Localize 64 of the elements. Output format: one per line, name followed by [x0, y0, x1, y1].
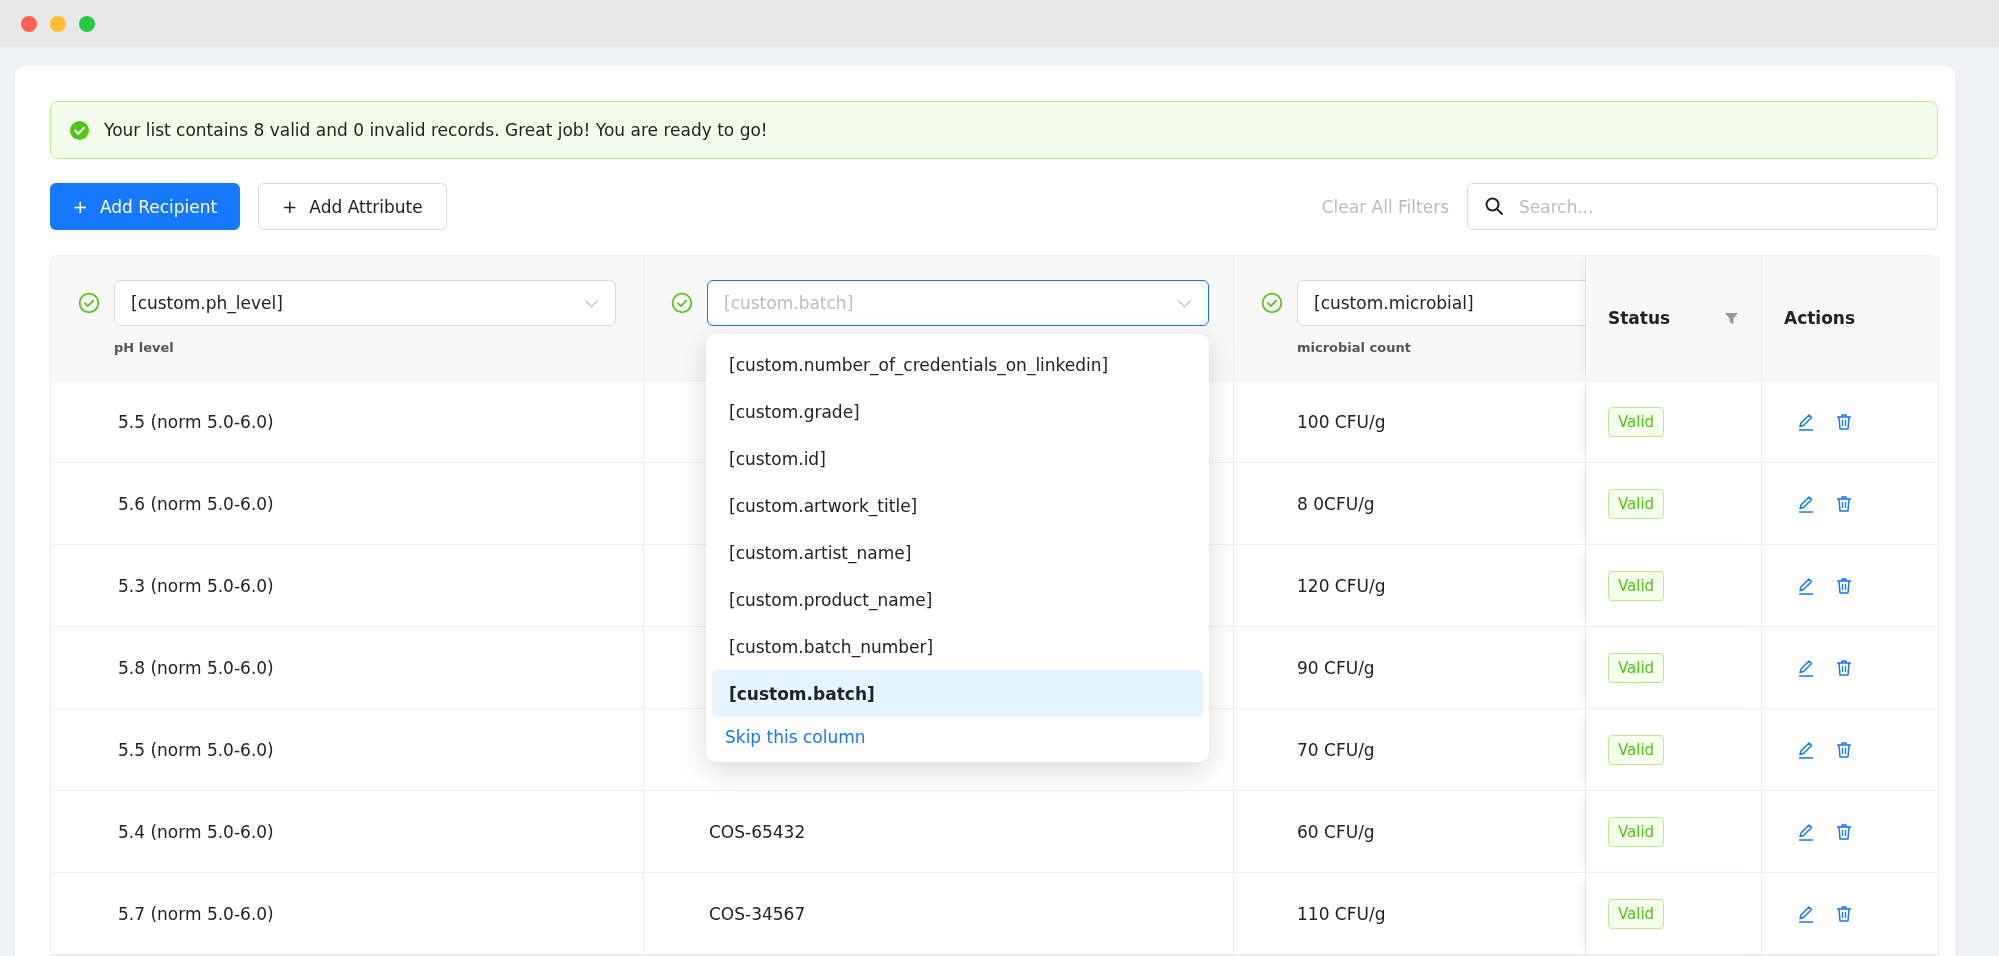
- status-badge: Valid: [1608, 406, 1665, 437]
- column-select[interactable]: [custom.ph_level]: [114, 280, 616, 326]
- check-circle-icon: [78, 292, 100, 314]
- search-field[interactable]: Search...: [1467, 183, 1938, 230]
- add-recipient-button[interactable]: + Add Recipient: [50, 183, 240, 230]
- trash-icon[interactable]: [1834, 657, 1854, 678]
- edit-icon[interactable]: [1796, 411, 1816, 432]
- trash-icon[interactable]: [1834, 411, 1854, 432]
- table-cell: 5.6 (norm 5.0-6.0): [118, 493, 274, 514]
- table-cell: 60 CFU/g: [1297, 821, 1375, 842]
- check-circle-icon: [1261, 292, 1283, 314]
- column-header: Actions: [1784, 308, 1856, 328]
- dropdown-option[interactable]: [custom.batch]: [712, 670, 1203, 717]
- column-header: Status: [1608, 308, 1671, 328]
- table-cell: 120 CFU/g: [1297, 575, 1386, 596]
- edit-icon[interactable]: [1796, 493, 1816, 514]
- status-badge: Valid: [1608, 652, 1665, 683]
- dropdown-option[interactable]: [custom.artist_name]: [712, 529, 1203, 576]
- edit-icon[interactable]: [1796, 739, 1816, 760]
- alert-message: Your list contains 8 valid and 0 invalid records. Great job! You are ready to go!: [104, 120, 768, 140]
- status-badge: Valid: [1608, 734, 1665, 765]
- chevron-down-icon: [1177, 298, 1192, 308]
- trash-icon[interactable]: [1834, 903, 1854, 924]
- status-badge: Valid: [1608, 570, 1665, 601]
- column-select[interactable]: [custom.microbial]: [1297, 280, 1585, 326]
- trash-icon[interactable]: [1834, 575, 1854, 596]
- skip-column-link[interactable]: Skip this column: [725, 717, 866, 757]
- trash-icon[interactable]: [1834, 821, 1854, 842]
- table-cell: COS-65432: [709, 821, 806, 842]
- table-cell: 100 CFU/g: [1297, 411, 1386, 432]
- table-cell: 5.8 (norm 5.0-6.0): [118, 657, 274, 678]
- status-badge: Valid: [1608, 898, 1665, 929]
- edit-icon[interactable]: [1796, 821, 1816, 842]
- table-cell: 5.5 (norm 5.0-6.0): [118, 739, 274, 760]
- table-cell: 5.3 (norm 5.0-6.0): [118, 575, 274, 596]
- table-cell: 8 0CFU/g: [1297, 493, 1375, 514]
- trash-icon[interactable]: [1834, 493, 1854, 514]
- dropdown-option[interactable]: [custom.artwork_title]: [712, 482, 1203, 529]
- add-attribute-button[interactable]: + Add Attribute: [258, 183, 447, 230]
- check-circle-icon: [671, 292, 693, 314]
- dropdown-option[interactable]: [custom.batch_number]: [712, 623, 1203, 670]
- edit-icon[interactable]: [1796, 575, 1816, 596]
- status-badge: Valid: [1608, 816, 1665, 847]
- filter-icon[interactable]: [1724, 310, 1739, 326]
- table-cell: 5.4 (norm 5.0-6.0): [118, 821, 274, 842]
- dropdown-option[interactable]: [custom.product_name]: [712, 576, 1203, 623]
- edit-icon[interactable]: [1796, 903, 1816, 924]
- dropdown-option[interactable]: [custom.grade]: [712, 388, 1203, 435]
- check-circle-icon: [69, 119, 90, 141]
- table-cell: 5.7 (norm 5.0-6.0): [118, 903, 274, 924]
- chevron-down-icon: [584, 298, 599, 308]
- table-cell: 5.5 (norm 5.0-6.0): [118, 411, 274, 432]
- column-label: microbial count: [1297, 340, 1412, 355]
- column-label: pH level: [114, 340, 175, 355]
- close-window-button[interactable]: [21, 15, 37, 32]
- edit-icon[interactable]: [1796, 657, 1816, 678]
- dropdown-option[interactable]: [custom.number_of_credentials_on_linkedin]: [712, 341, 1203, 388]
- table-cell: 110 CFU/g: [1297, 903, 1386, 924]
- dropdown-option[interactable]: [custom.id]: [712, 435, 1203, 482]
- status-badge: Valid: [1608, 488, 1665, 519]
- trash-icon[interactable]: [1834, 739, 1854, 760]
- table-cell: 90 CFU/g: [1297, 657, 1375, 678]
- table-cell: COS-34567: [709, 903, 806, 924]
- table-cell: 70 CFU/g: [1297, 739, 1375, 760]
